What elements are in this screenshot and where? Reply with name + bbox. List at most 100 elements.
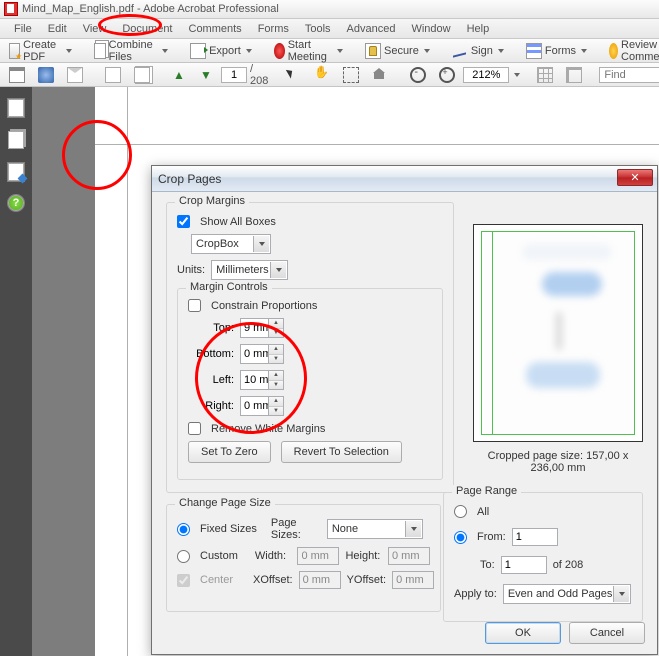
bookmarks-panel-icon[interactable] bbox=[8, 131, 24, 149]
zoom-in-icon bbox=[439, 67, 455, 83]
menu-forms[interactable]: Forms bbox=[250, 21, 297, 37]
fixed-sizes-label: Fixed Sizes bbox=[200, 523, 257, 535]
page-sizes-label: Page Sizes: bbox=[271, 517, 321, 541]
height-input bbox=[388, 547, 430, 565]
dialog-titlebar[interactable]: Crop Pages ✕ bbox=[152, 166, 657, 192]
find-input[interactable] bbox=[599, 67, 659, 83]
close-button[interactable]: ✕ bbox=[617, 169, 653, 186]
select-tool-button[interactable] bbox=[280, 65, 306, 85]
home-view-button[interactable] bbox=[367, 65, 393, 85]
crop-margins-legend: Crop Margins bbox=[175, 195, 249, 207]
all-label: All bbox=[477, 506, 489, 518]
right-label: Right: bbox=[188, 400, 234, 412]
bottom-spinner[interactable]: 0 mm▲▼ bbox=[240, 344, 284, 364]
marquee-zoom-button[interactable] bbox=[338, 65, 364, 85]
signatures-panel-icon[interactable] bbox=[8, 163, 24, 181]
pages-panel-icon[interactable] bbox=[8, 99, 24, 117]
preview-caption: Cropped page size: 157,00 x 236,00 mm bbox=[473, 450, 643, 474]
width-label: Width: bbox=[255, 550, 292, 562]
cropbox-combo[interactable]: CropBox bbox=[191, 234, 271, 254]
menu-view[interactable]: View bbox=[75, 21, 115, 37]
help-panel-icon[interactable]: ? bbox=[8, 195, 24, 211]
center-checkbox bbox=[177, 574, 190, 587]
show-all-boxes-checkbox[interactable] bbox=[177, 215, 190, 228]
menu-comments[interactable]: Comments bbox=[181, 21, 250, 37]
right-spinner[interactable]: 0 mm▲▼ bbox=[240, 396, 284, 416]
cancel-button[interactable]: Cancel bbox=[569, 622, 645, 644]
constrain-label: Constrain Proportions bbox=[211, 300, 317, 312]
hand-icon bbox=[314, 67, 330, 83]
hand-tool-button[interactable] bbox=[309, 65, 335, 85]
remove-white-checkbox[interactable] bbox=[188, 422, 201, 435]
from-input[interactable] bbox=[512, 528, 558, 546]
all-pages-radio[interactable] bbox=[454, 505, 467, 518]
rulers-button[interactable] bbox=[561, 65, 587, 85]
apply-to-label: Apply to: bbox=[454, 588, 497, 600]
prev-page-button[interactable]: ▲ bbox=[167, 65, 191, 85]
dialog-title: Crop Pages bbox=[158, 172, 221, 186]
mail-icon bbox=[67, 67, 83, 83]
titlebar: Mind_Map_English.pdf - Adobe Acrobat Pro… bbox=[0, 0, 659, 19]
menu-file[interactable]: File bbox=[6, 21, 40, 37]
page-sizes-combo[interactable]: None bbox=[327, 519, 423, 539]
combine-files-button[interactable]: Combine Files bbox=[89, 41, 173, 61]
change-page-size-legend: Change Page Size bbox=[175, 497, 275, 509]
two-page-button[interactable] bbox=[129, 65, 155, 85]
page-range-wrapper: Page Range All From: To: of 208 Apply to… bbox=[443, 492, 643, 630]
menu-edit[interactable]: Edit bbox=[40, 21, 75, 37]
review-icon bbox=[609, 43, 618, 59]
menu-tools[interactable]: Tools bbox=[297, 21, 339, 37]
left-spinner[interactable]: 10 mm▲▼ bbox=[240, 370, 284, 390]
home-icon bbox=[372, 67, 388, 83]
units-combo[interactable]: Millimeters bbox=[211, 260, 288, 280]
menu-advanced[interactable]: Advanced bbox=[339, 21, 404, 37]
email-button[interactable] bbox=[62, 65, 88, 85]
menu-document[interactable]: Document bbox=[114, 21, 180, 37]
sign-icon bbox=[452, 43, 468, 59]
export-icon bbox=[190, 43, 206, 59]
remove-white-label: Remove White Margins bbox=[211, 423, 325, 435]
apply-to-combo[interactable]: Even and Odd Pages bbox=[503, 584, 632, 604]
combine-icon bbox=[94, 43, 106, 59]
export-button[interactable]: Export bbox=[185, 41, 257, 61]
top-spinner[interactable]: 9 mm▲▼ bbox=[240, 318, 284, 338]
create-pdf-button[interactable]: Create PDF bbox=[4, 41, 77, 61]
pdf-doc-icon bbox=[4, 2, 18, 16]
height-label: Height: bbox=[345, 550, 382, 562]
sign-button[interactable]: Sign bbox=[447, 41, 509, 61]
ok-button[interactable]: OK bbox=[485, 622, 561, 644]
start-meeting-button[interactable]: Start Meeting bbox=[269, 41, 348, 61]
page-number-input[interactable] bbox=[221, 67, 247, 83]
crop-margins-group: Crop Margins Show All Boxes CropBox Unit… bbox=[166, 202, 454, 493]
to-input[interactable] bbox=[501, 556, 547, 574]
fixed-sizes-radio[interactable] bbox=[177, 523, 190, 536]
left-label: Left: bbox=[188, 374, 234, 386]
grid-button[interactable] bbox=[532, 65, 558, 85]
forms-button[interactable]: Forms bbox=[521, 41, 592, 61]
marquee-icon bbox=[343, 67, 359, 83]
from-radio[interactable] bbox=[454, 531, 467, 544]
set-to-zero-button[interactable]: Set To Zero bbox=[188, 441, 271, 463]
review-comment-button[interactable]: Review & Comment bbox=[604, 41, 659, 61]
secure-button[interactable]: Secure bbox=[360, 41, 435, 61]
width-input bbox=[297, 547, 339, 565]
forms-icon bbox=[526, 43, 542, 59]
zoom-input[interactable] bbox=[463, 67, 509, 83]
custom-radio[interactable] bbox=[177, 550, 190, 563]
zoom-dropdown[interactable] bbox=[514, 73, 520, 77]
save-button[interactable] bbox=[33, 65, 59, 85]
revert-button[interactable]: Revert To Selection bbox=[281, 441, 402, 463]
zoom-out-button[interactable] bbox=[405, 65, 431, 85]
print-button[interactable] bbox=[4, 65, 30, 85]
zoom-in-button[interactable] bbox=[434, 65, 460, 85]
constrain-checkbox[interactable] bbox=[188, 299, 201, 312]
from-label: From: bbox=[477, 531, 506, 543]
crop-pages-dialog: Crop Pages ✕ Crop Margins Show All Boxes… bbox=[151, 165, 658, 655]
menu-window[interactable]: Window bbox=[403, 21, 458, 37]
xoffset-label: XOffset: bbox=[253, 574, 293, 586]
menu-help[interactable]: Help bbox=[459, 21, 498, 37]
single-page-button[interactable] bbox=[100, 65, 126, 85]
next-page-button[interactable]: ▼ bbox=[194, 65, 218, 85]
page-range-group: Page Range All From: To: of 208 Apply to… bbox=[443, 492, 643, 622]
zoom-out-icon bbox=[410, 67, 426, 83]
